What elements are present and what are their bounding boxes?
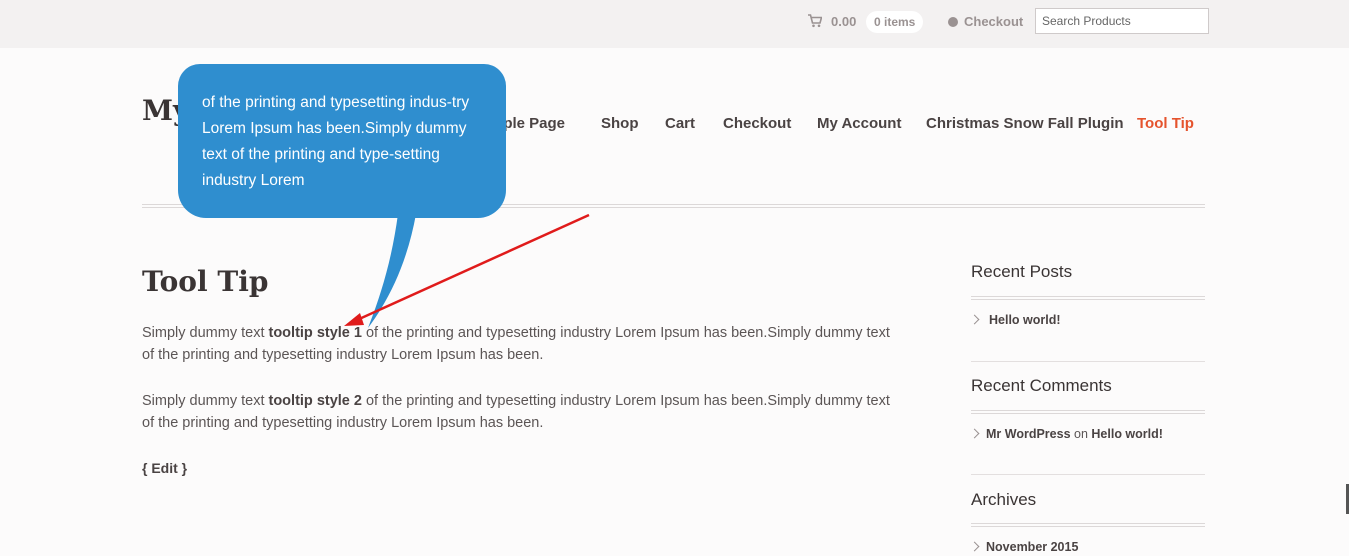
- annotation-arrowhead: [344, 313, 364, 326]
- tooltip-text: of the printing and typesetting indus-tr…: [202, 94, 470, 189]
